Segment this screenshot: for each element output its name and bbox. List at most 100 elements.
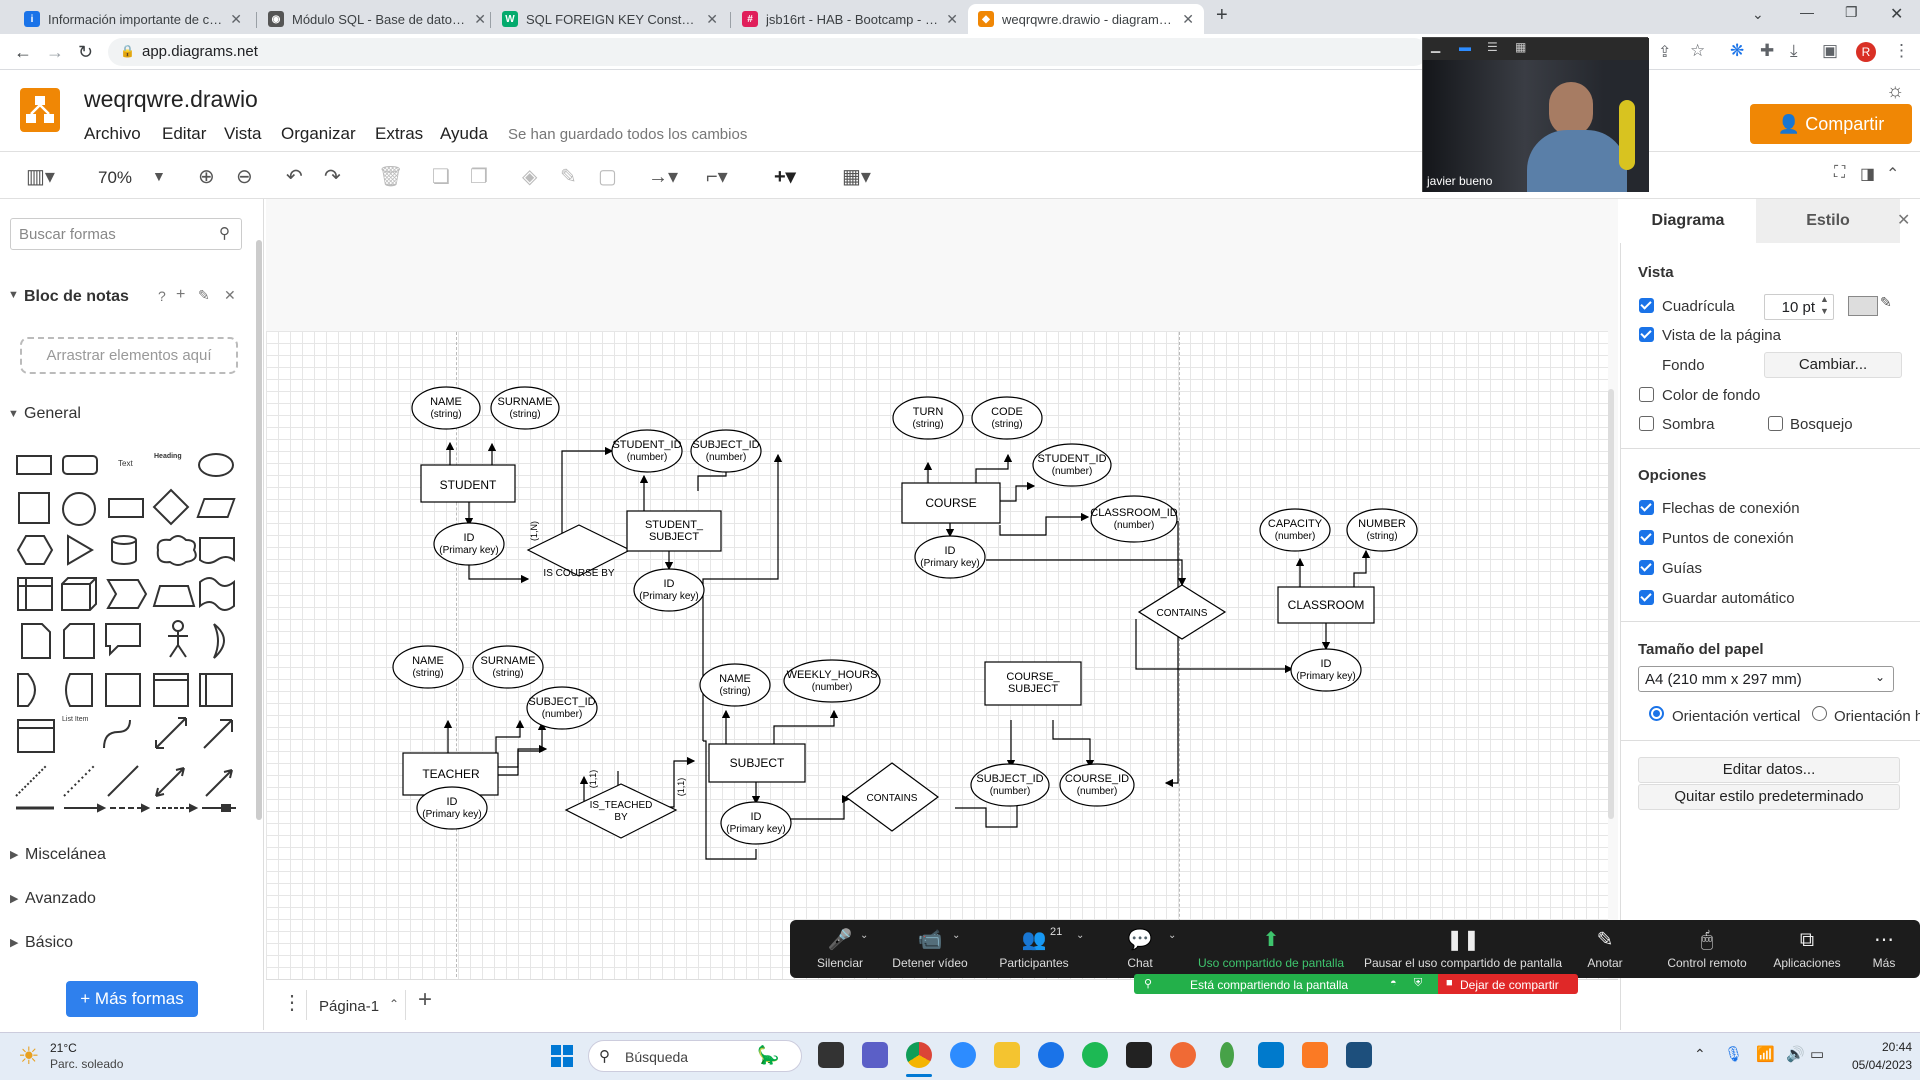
sharing-banner[interactable]: ⚲ Está compartiendo la pantalla ◓ ⛨	[1134, 974, 1438, 994]
restore-icon[interactable]: ❐	[1845, 4, 1858, 21]
back-icon[interactable]: ←	[14, 42, 32, 63]
table-icon[interactable]: ▦▾	[842, 164, 871, 189]
menu-vista[interactable]: Vista	[224, 124, 262, 144]
url-field[interactable]: 🔒 app.diagrams.net	[108, 38, 1428, 66]
ellipse-shape[interactable]	[198, 453, 234, 477]
xampp-icon[interactable]	[1302, 1042, 1328, 1068]
file-explorer-icon[interactable]	[994, 1042, 1020, 1068]
grid-color-swatch[interactable]	[1848, 296, 1878, 316]
reload-icon[interactable]: ↻	[78, 42, 93, 63]
zoom-out-icon[interactable]: ⊖	[236, 164, 253, 189]
connector-palette[interactable]	[14, 800, 244, 818]
notepad-dropzone[interactable]: Arrastrar elementos aquí	[20, 337, 238, 374]
profile-avatar[interactable]: R	[1856, 42, 1876, 62]
notepad-title[interactable]: Bloc de notas	[24, 288, 129, 306]
rounded-rectangle-shape[interactable]	[62, 455, 98, 475]
zoom-level[interactable]: 70%	[98, 168, 132, 188]
tab-diagram[interactable]: Diagrama	[1620, 199, 1756, 243]
shape-grid-icons[interactable]	[14, 534, 250, 819]
conn-points-checkbox[interactable]	[1639, 530, 1654, 545]
page-view-checkbox[interactable]	[1639, 327, 1654, 342]
clock-date[interactable]: 05/04/2023	[1838, 1058, 1912, 1072]
mute-options-icon[interactable]: ⌄	[860, 930, 868, 941]
workbench-icon[interactable]	[1346, 1042, 1372, 1068]
fill-color-icon[interactable]: ◈	[522, 164, 537, 189]
annotate-button[interactable]: ✎ Anotar	[1580, 928, 1630, 970]
add-icon[interactable]: +	[176, 286, 185, 304]
close-tab-icon[interactable]: ✕	[946, 11, 958, 28]
weather-temp[interactable]: 21°C	[50, 1041, 77, 1055]
square-shape[interactable]	[18, 492, 50, 524]
collapse-arrow-icon[interactable]: ▼	[8, 408, 19, 420]
expand-arrow-icon[interactable]: ▶	[10, 892, 18, 905]
download-icon[interactable]: ⤓	[1790, 41, 1798, 61]
conn-arrows-checkbox[interactable]	[1639, 500, 1654, 515]
clock-time[interactable]: 20:44	[1862, 1040, 1912, 1054]
teams-chat-icon[interactable]	[862, 1042, 888, 1068]
postman-icon[interactable]	[1170, 1042, 1196, 1068]
grid-size-stepper[interactable]: ▲ ▼	[1820, 293, 1829, 317]
canvas-scrollbar[interactable]	[1608, 389, 1614, 819]
menu-organizar[interactable]: Organizar	[281, 124, 356, 144]
paper-size-select[interactable]: A4 (210 mm x 297 mm) ⌄	[1638, 666, 1894, 692]
chat-button[interactable]: 💬 Chat	[1120, 928, 1160, 970]
more-button[interactable]: ⋯ Más	[1864, 928, 1904, 970]
screen-share-button[interactable]: ⬆ Uso compartido de pantalla	[1192, 928, 1350, 970]
battery-icon[interactable]: ▭	[1810, 1045, 1824, 1063]
vscode-icon[interactable]	[1258, 1042, 1284, 1068]
chrome-icon[interactable]	[906, 1042, 932, 1068]
taskbar-search[interactable]: ⚲ Búsqueda 🦕	[588, 1040, 802, 1072]
minimize-icon[interactable]: —	[1800, 4, 1814, 20]
stop-video-button[interactable]: 📹 Detener vídeo	[882, 928, 978, 970]
guides-checkbox[interactable]	[1639, 560, 1654, 575]
remote-control-button[interactable]: 🖱 Control remoto	[1664, 928, 1750, 970]
zoom-dropdown-icon[interactable]: ▼	[152, 168, 166, 184]
pages-menu-icon[interactable]: ⋮	[282, 990, 302, 1015]
task-view-icon[interactable]	[818, 1042, 844, 1068]
rectangle-shape[interactable]	[16, 455, 52, 475]
tray-mic-icon[interactable]: 🎙	[1724, 1045, 1743, 1063]
clear-style-button[interactable]: Quitar estilo predeterminado	[1638, 784, 1900, 810]
sketch-checkbox[interactable]	[1768, 416, 1783, 431]
menu-archivo[interactable]: Archivo	[84, 124, 141, 144]
puzzle-icon[interactable]: ✚	[1760, 41, 1774, 61]
format-toggle-icon[interactable]: ◨	[1860, 164, 1875, 184]
chevron-up-icon[interactable]: ⌃	[389, 997, 399, 1011]
weather-desc[interactable]: Parc. soleado	[50, 1057, 123, 1071]
search-shapes-input[interactable]: Buscar formas ⚲	[10, 218, 242, 250]
undo-icon[interactable]: ↶	[286, 164, 303, 189]
close-tab-icon[interactable]: ✕	[230, 11, 242, 28]
forward-icon[interactable]: →	[46, 42, 64, 63]
section-miscelanea[interactable]: Miscelánea	[25, 846, 106, 864]
side-panel-icon[interactable]: ▣	[1822, 41, 1838, 61]
change-background-button[interactable]: Cambiar...	[1764, 352, 1902, 378]
apps-button[interactable]: ⧉ Aplicaciones	[1770, 928, 1844, 970]
shadow-checkbox[interactable]	[1639, 416, 1654, 431]
edit-data-button[interactable]: Editar datos...	[1638, 757, 1900, 783]
new-tab-icon[interactable]: +	[1216, 4, 1228, 27]
zoom-in-icon[interactable]: ⊕	[198, 164, 215, 189]
process-shape[interactable]	[108, 498, 144, 518]
browser-tab-3[interactable]: W SQL FOREIGN KEY Constraint ✕	[492, 4, 728, 34]
add-page-icon[interactable]: +	[418, 986, 432, 1014]
fullscreen-icon[interactable]: ⛶	[1834, 164, 1845, 182]
gallery-view-icon[interactable]: ▦	[1515, 40, 1526, 54]
section-basico[interactable]: Básico	[25, 934, 73, 952]
redo-icon[interactable]: ↷	[324, 164, 341, 189]
volume-icon[interactable]: 🔊	[1786, 1045, 1805, 1063]
browser-menu-icon[interactable]: ⋮	[1893, 41, 1910, 61]
close-tab-icon[interactable]: ✕	[474, 11, 486, 28]
browser-tab-2[interactable]: ◉ Módulo SQL - Base de datos 2.pd ✕	[258, 4, 496, 34]
theme-sun-icon[interactable]: ☼	[1886, 80, 1904, 103]
text-shape[interactable]: Text	[118, 459, 133, 468]
share-page-icon[interactable]: ⇪	[1658, 42, 1671, 62]
zoom-app-icon[interactable]	[950, 1042, 976, 1068]
close-panel-icon[interactable]: ✕	[1897, 210, 1910, 230]
window-close-icon[interactable]: ✕	[1890, 4, 1903, 24]
insert-icon[interactable]: +▾	[774, 164, 796, 189]
stop-share-button[interactable]: ■ Dejar de compartir	[1438, 974, 1578, 994]
bg-color-checkbox[interactable]	[1639, 387, 1654, 402]
participants-options-icon[interactable]: ⌄	[1076, 930, 1084, 941]
file-name[interactable]: weqrqwre.drawio	[84, 86, 258, 113]
close-tab-icon[interactable]: ✕	[706, 11, 718, 28]
